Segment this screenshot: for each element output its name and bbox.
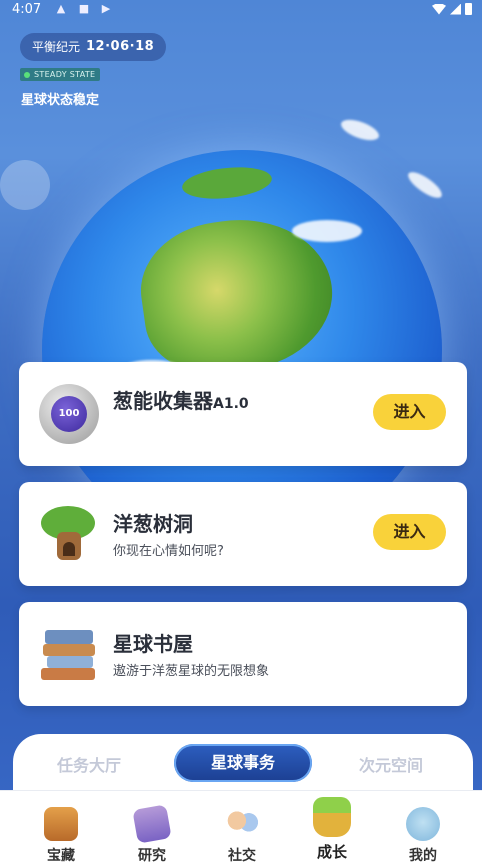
nav-label: 成长: [316, 843, 347, 861]
status-bar: 4:07 ▲ ■ ▶: [0, 0, 482, 22]
tab-task-hall[interactable]: 任务大厅: [57, 752, 121, 776]
nav-item-research[interactable]: 研究: [122, 797, 182, 864]
card-planet-bookstore[interactable]: 星球书屋 遨游于洋葱星球的无限想象: [19, 602, 467, 706]
growth-plant-icon: [313, 797, 351, 837]
nav-label: 社交: [228, 848, 256, 864]
profile-avatar-icon: [406, 807, 440, 841]
nav-label: 我的: [409, 848, 437, 864]
status-time: 4:07: [12, 2, 42, 17]
state-indicator-dot: [24, 71, 30, 78]
treasure-chest-icon: [44, 807, 78, 841]
sparkle-decoration: [0, 160, 50, 210]
era-pill: 平衡纪元 12·06·18: [20, 33, 167, 61]
tree-hole-icon: [39, 504, 99, 564]
nav-label: 研究: [138, 848, 166, 864]
state-title: 星球状态稳定: [21, 93, 100, 108]
books-icon: [39, 624, 99, 684]
tab-planet-affairs[interactable]: 星球事务: [174, 744, 312, 782]
card-title-text: 葱能收集器: [113, 389, 213, 413]
research-book-icon: [132, 804, 172, 844]
card-title: 星球书屋: [113, 632, 193, 656]
state-tag: STEADY STATE: [20, 68, 101, 81]
signal-icon: [450, 3, 461, 15]
notification-icon: ■: [78, 2, 90, 15]
cloud-decoration: [292, 220, 362, 242]
play-store-icon: ▶: [101, 2, 111, 15]
coin-100-icon: 100: [39, 384, 99, 444]
cloud-decoration: [404, 167, 446, 203]
planet-island: [180, 163, 274, 203]
notification-icon: ▲: [56, 2, 66, 15]
card-subtitle: 你现在心情如何呢?: [113, 544, 224, 559]
bottom-navigation: 宝藏 研究 社交 成长 我的: [0, 790, 482, 864]
nav-item-treasure[interactable]: 宝藏: [31, 797, 91, 864]
enter-button[interactable]: 进入: [373, 514, 446, 550]
wifi-icon: [432, 3, 446, 15]
battery-icon: [465, 3, 472, 15]
cloud-decoration: [338, 115, 382, 145]
card-onion-collector[interactable]: 100 葱能收集器A1.0 进入: [19, 362, 467, 466]
nav-item-me[interactable]: 我的: [393, 797, 453, 864]
coin-value: 100: [51, 396, 87, 432]
state-tag-label: STEADY STATE: [34, 70, 96, 79]
tab-dimension-space[interactable]: 次元空间: [359, 752, 423, 776]
nav-item-growth[interactable]: 成长: [302, 791, 362, 861]
system-indicators: [432, 3, 472, 15]
era-label: 平衡纪元: [32, 40, 81, 54]
nav-label: 宝藏: [47, 848, 75, 864]
card-onion-tree-hole[interactable]: 洋葱树洞 你现在心情如何呢? 进入: [19, 482, 467, 586]
card-title: 葱能收集器A1.0: [113, 385, 249, 414]
era-date: 12·06·18: [86, 39, 155, 54]
card-title: 洋葱树洞: [113, 512, 193, 536]
social-friends-icon: [225, 807, 259, 841]
card-version: A1.0: [213, 396, 249, 412]
enter-button[interactable]: 进入: [373, 394, 446, 430]
nav-item-social[interactable]: 社交: [212, 797, 272, 864]
card-subtitle: 遨游于洋葱星球的无限想象: [113, 664, 270, 679]
